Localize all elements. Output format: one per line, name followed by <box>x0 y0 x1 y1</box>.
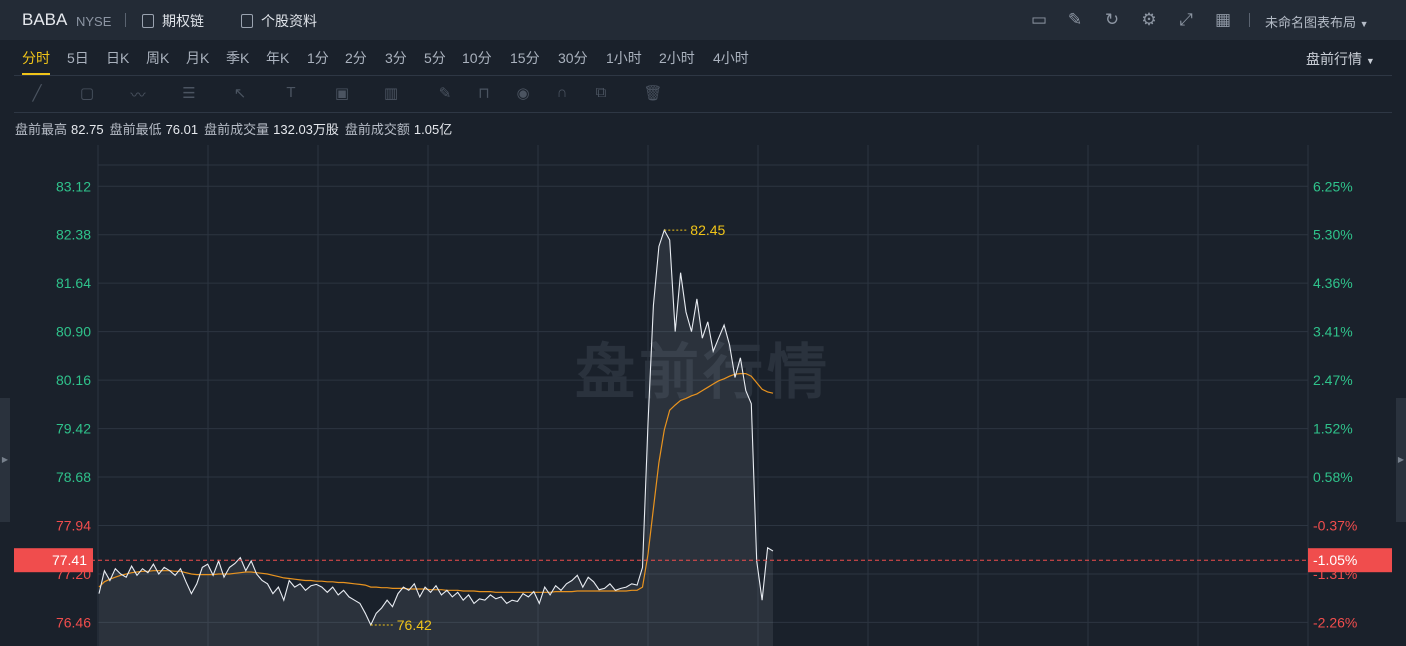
current-price-value: 77.41 <box>52 552 87 568</box>
y-tick-left: 80.90 <box>56 324 91 340</box>
y-tick-left: 83.12 <box>56 178 91 194</box>
y-tick-left: 76.46 <box>56 614 91 630</box>
y-tick-right: -2.26% <box>1313 614 1357 630</box>
y-tick-right: 0.58% <box>1313 469 1353 485</box>
intraday-chart[interactable]: 83.12 6.25% 82.38 5.30% 81.64 4.36% 80.90 3.41%… <box>0 0 1406 646</box>
y-tick-right: 4.36% <box>1313 275 1353 291</box>
y-tick-right: -0.37% <box>1313 517 1357 533</box>
min-label: 76.42 <box>397 617 432 633</box>
y-tick-left: 80.16 <box>56 372 91 388</box>
y-tick-left: 78.68 <box>56 469 91 485</box>
y-tick-right: 1.52% <box>1313 421 1353 437</box>
y-tick-right: 5.30% <box>1313 227 1353 243</box>
y-tick-left: 81.64 <box>56 275 91 291</box>
y-tick-right: 6.25% <box>1313 178 1353 194</box>
y-tick-right: 2.47% <box>1313 372 1353 388</box>
max-label: 82.45 <box>690 222 725 238</box>
price-area <box>99 230 773 646</box>
current-change-value: -1.05% <box>1313 552 1357 568</box>
y-tick-left: 79.42 <box>56 421 91 437</box>
y-tick-right: 3.41% <box>1313 324 1353 340</box>
y-tick-left: 82.38 <box>56 227 91 243</box>
y-tick-left: 77.94 <box>56 517 91 533</box>
